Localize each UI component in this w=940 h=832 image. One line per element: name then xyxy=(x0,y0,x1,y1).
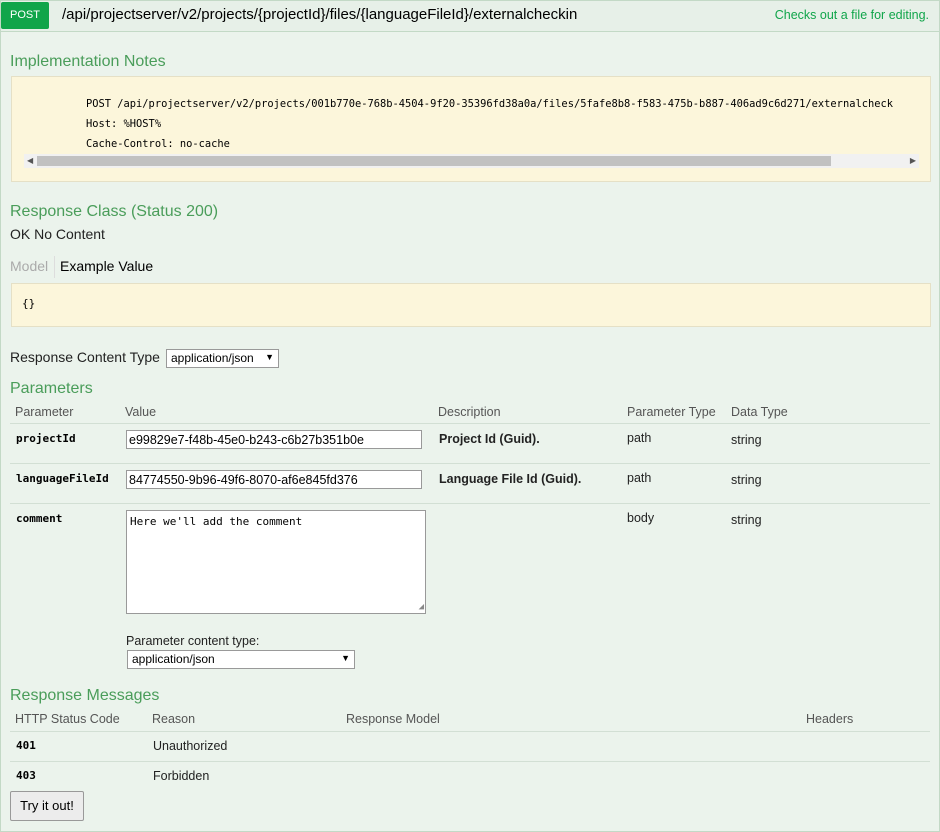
resize-grip-icon[interactable]: ◢ xyxy=(419,602,424,612)
param-type: path xyxy=(627,471,652,485)
http-method-badge[interactable]: POST xyxy=(1,2,49,29)
scroll-left-icon[interactable]: ◀ xyxy=(27,154,33,168)
dropdown-arrow-icon: ▼ xyxy=(341,653,350,663)
tab-example-value[interactable]: Example Value xyxy=(60,258,153,274)
response-class-text: OK No Content xyxy=(10,226,105,242)
horizontal-scrollbar[interactable]: ◀ ▶ xyxy=(24,154,919,168)
column-header: Value xyxy=(125,405,157,419)
param-type: path xyxy=(627,431,652,445)
try-it-out-button[interactable]: Try it out! xyxy=(10,791,84,821)
status-code: 403 xyxy=(16,769,36,782)
param-name-comment: comment xyxy=(16,512,63,525)
divider xyxy=(10,463,930,464)
status-reason: Unauthorized xyxy=(153,739,228,753)
implementation-notes-heading: Implementation Notes xyxy=(10,53,166,70)
data-type: string xyxy=(731,513,762,527)
operation-panel: POST /api/projectserver/v2/projects/{pro… xyxy=(0,0,940,832)
parameter-content-type-select[interactable]: application/json ▼ xyxy=(127,650,355,669)
divider xyxy=(10,731,930,732)
parameters-heading: Parameters xyxy=(10,380,93,397)
operation-header[interactable]: POST /api/projectserver/v2/projects/{pro… xyxy=(1,1,939,32)
status-reason: Forbidden xyxy=(153,769,210,783)
implementation-notes-code: POST /api/projectserver/v2/projects/001b… xyxy=(11,76,931,182)
response-content-type-label: Response Content Type xyxy=(10,349,160,365)
param-description: Project Id (Guid). xyxy=(439,432,540,446)
code-line: Cache-Control: no-cache xyxy=(86,138,230,150)
dropdown-arrow-icon: ▼ xyxy=(265,352,274,362)
column-header: Parameter xyxy=(15,405,74,419)
scroll-right-icon[interactable]: ▶ xyxy=(910,154,916,168)
param-name-projectid: projectId xyxy=(16,432,76,445)
column-header: HTTP Status Code xyxy=(15,712,120,726)
parameter-content-type-label: Parameter content type: xyxy=(126,634,260,648)
divider xyxy=(10,503,930,504)
textarea-value: Here we'll add the comment xyxy=(130,515,303,528)
code-line: POST /api/projectserver/v2/projects/001b… xyxy=(86,98,893,110)
status-code: 401 xyxy=(16,739,36,752)
param-type: body xyxy=(627,511,655,525)
response-content-type-select[interactable]: application/json ▼ xyxy=(166,349,279,368)
data-type: string xyxy=(731,473,762,487)
example-value-code: {} xyxy=(22,297,36,310)
divider xyxy=(10,423,930,424)
tab-model[interactable]: Model xyxy=(10,258,48,274)
column-header: Description xyxy=(438,405,501,419)
response-class-heading: Response Class (Status 200) xyxy=(10,203,219,220)
projectid-input[interactable]: e99829e7-f48b-45e0-b243-c6b27b351b0e xyxy=(126,430,422,449)
select-value: application/json xyxy=(132,652,215,666)
response-messages-heading: Response Messages xyxy=(10,687,160,704)
code-line: Host: %HOST% xyxy=(86,118,162,130)
comment-textarea[interactable]: Here we'll add the comment ◢ xyxy=(126,510,426,614)
languagefileid-input[interactable]: 84774550-9b96-49f6-8070-af6e845fd376 xyxy=(126,470,422,489)
scrollbar-thumb[interactable] xyxy=(37,156,831,166)
operation-summary[interactable]: Checks out a file for editing. xyxy=(775,8,929,22)
divider xyxy=(10,761,930,762)
param-description: Language File Id (Guid). xyxy=(439,472,582,486)
column-header: Response Model xyxy=(346,712,440,726)
example-value-box[interactable]: {} xyxy=(11,283,931,327)
column-header: Data Type xyxy=(731,405,788,419)
param-name-languagefileid: languageFileId xyxy=(16,472,109,485)
column-header: Parameter Type xyxy=(627,405,716,419)
data-type: string xyxy=(731,433,762,447)
column-header: Reason xyxy=(152,712,196,726)
endpoint-path[interactable]: /api/projectserver/v2/projects/{projectI… xyxy=(62,6,577,23)
column-header: Headers xyxy=(806,712,854,726)
select-value: application/json xyxy=(171,351,254,365)
tab-divider xyxy=(54,256,55,278)
